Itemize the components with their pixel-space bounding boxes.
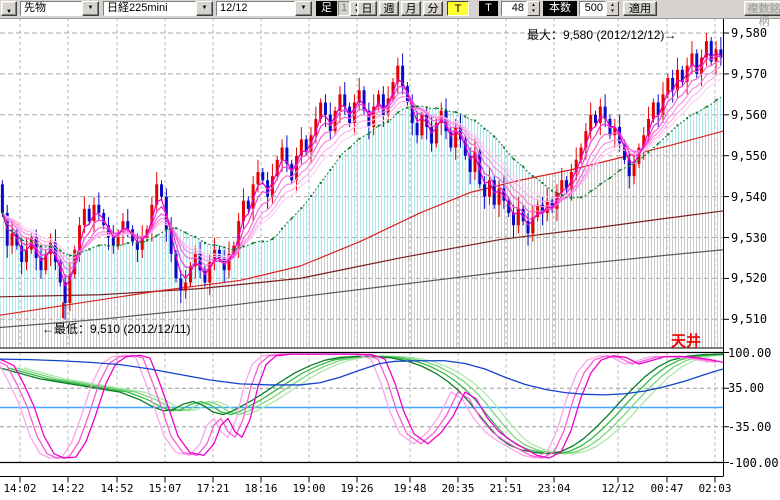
time-axis-label: 12/12 [601, 482, 634, 495]
collapse-panel-button[interactable]: ▼ [1, 1, 17, 16]
spinner-icon[interactable]: ▲▼ [527, 1, 540, 16]
spinner-icon[interactable]: ▲▼ [606, 1, 619, 16]
time-axis-label: 14:02 [3, 482, 36, 495]
symbol-select[interactable]: 日経225mini ▼ [103, 1, 213, 16]
t-interval-value: 48 [501, 1, 527, 16]
apply-button[interactable]: 適用 [623, 1, 657, 16]
time-axis-label: 14:22 [51, 482, 84, 495]
price-axis-label: 9,550 [731, 149, 767, 163]
time-axis-label: 20:35 [441, 482, 474, 495]
price-chart-canvas[interactable] [0, 0, 780, 500]
time-axis-label: 15:07 [148, 482, 181, 495]
chevron-down-icon: ▼ [6, 9, 12, 15]
date-select[interactable]: 12/12 ▼ [216, 1, 312, 16]
ceiling-signal-label: 天井 [671, 330, 701, 351]
bar-interval-value: 1 [338, 1, 350, 16]
dropdown-arrow-icon[interactable]: ▼ [295, 1, 312, 16]
t-interval-tag: T [479, 1, 498, 16]
chart-application-window: 9,5809,5709,5609,5509,5409,5309,5209,510… [0, 0, 780, 500]
time-axis-label: 23:04 [537, 482, 570, 495]
price-axis-label: 9,560 [731, 108, 767, 122]
bar-count-value: 500 [579, 1, 606, 16]
min-price-annotation: ←最低：9,510 (2012/12/11) [42, 320, 191, 337]
price-axis-label: 9,520 [731, 271, 767, 285]
period-week-button[interactable]: 週 [379, 1, 399, 16]
time-axis-label: 18:16 [244, 482, 277, 495]
tick-mode-button[interactable]: T [447, 1, 469, 16]
bar-count-tag: 本数 [543, 1, 577, 16]
time-axis-label: 02:03 [698, 482, 731, 495]
period-day-button[interactable]: 日 [357, 1, 377, 16]
date-value: 12/12 [216, 1, 295, 16]
indicator-axis-label: 100.00 [728, 346, 771, 360]
toolbar: ▼ 先物 ▼ 日経225mini ▼ 12/12 ▼ 足 1 ▲▼ 日 週 月 … [0, 0, 780, 19]
time-axis-label: 17:21 [196, 482, 229, 495]
category-value: 先物 [20, 1, 82, 16]
bar-type-tag: 足 [316, 1, 337, 16]
time-axis-label: 19:26 [340, 482, 373, 495]
indicator-axis-label: -35.00 [728, 420, 771, 434]
price-axis-label: 9,570 [731, 67, 767, 81]
dropdown-arrow-icon[interactable]: ▼ [82, 1, 99, 16]
price-axis-label: 9,510 [731, 312, 767, 326]
time-axis-label: 14:52 [100, 482, 133, 495]
time-axis-label: 19:48 [393, 482, 426, 495]
time-axis-label: 00:47 [650, 482, 683, 495]
symbol-value: 日経225mini [103, 1, 196, 16]
t-interval-stepper[interactable]: 48 ▲▼ [501, 1, 540, 16]
time-axis-label: 21:51 [489, 482, 522, 495]
category-select[interactable]: 先物 ▼ [20, 1, 99, 16]
time-axis-label: 19:00 [292, 482, 325, 495]
price-axis-label: 9,540 [731, 190, 767, 204]
indicator-axis-label: 35.00 [728, 381, 764, 395]
multi-symbol-button[interactable]: 複数銘柄 [744, 1, 780, 16]
indicator-axis-label: -100.00 [728, 456, 779, 470]
period-month-button[interactable]: 月 [401, 1, 421, 16]
max-price-annotation: 最大：9,580 (2012/12/12)→ [527, 26, 676, 43]
bar-count-stepper[interactable]: 500 ▲▼ [579, 1, 619, 16]
dropdown-arrow-icon[interactable]: ▼ [196, 1, 213, 16]
price-axis-label: 9,530 [731, 231, 767, 245]
period-minute-button[interactable]: 分 [423, 1, 443, 16]
